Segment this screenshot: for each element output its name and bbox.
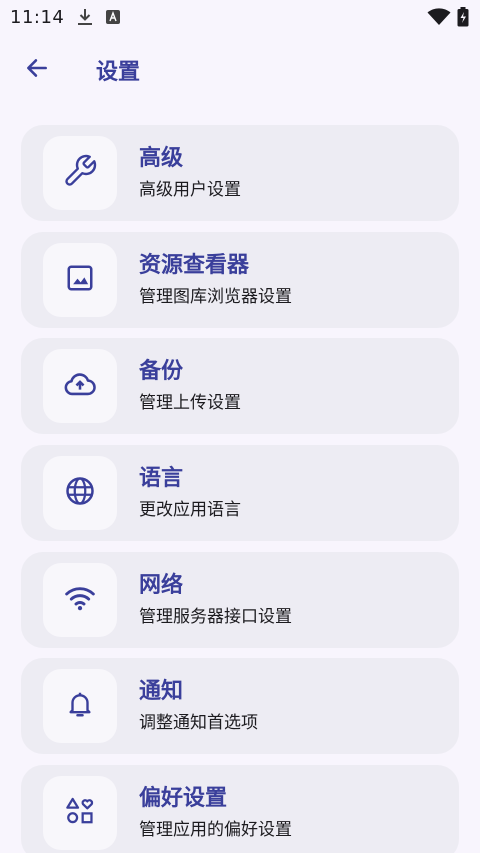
settings-item-title: 偏好设置 (139, 786, 228, 812)
settings-item-title: 备份 (139, 359, 184, 385)
bell-icon (65, 689, 95, 723)
settings-item-asset-viewer[interactable]: 资源查看器 管理图库浏览器设置 (21, 231, 459, 328)
wifi-icon (426, 8, 452, 26)
back-button[interactable] (13, 46, 61, 94)
settings-item-notifications[interactable]: 通知 调整通知首选项 (21, 658, 459, 755)
settings-item-network[interactable]: 网络 管理服务器接口设置 (21, 551, 459, 648)
settings-item-title: 语言 (139, 466, 184, 492)
download-icon (76, 8, 94, 26)
app-bar: 设置 (0, 44, 480, 96)
icon-container (43, 349, 117, 424)
settings-item-subtitle: 管理服务器接口设置 (139, 606, 292, 627)
settings-item-title: 高级 (139, 146, 184, 171)
status-bar: 11:14 (0, 0, 480, 34)
settings-item-subtitle: 管理上传设置 (139, 393, 241, 414)
wifi-icon (64, 582, 96, 618)
wrench-icon (62, 153, 98, 193)
page-title: 设置 (96, 60, 141, 85)
status-time: 11:14 (10, 6, 65, 28)
settings-item-title: 网络 (139, 572, 184, 598)
globe-icon (65, 476, 95, 510)
settings-item-subtitle: 高级用户设置 (139, 180, 241, 200)
settings-item-advanced[interactable]: 高级 高级用户设置 (21, 125, 459, 221)
arrow-back-icon (24, 55, 50, 85)
settings-item-preferences[interactable]: 偏好设置 管理应用的偏好设置 (21, 765, 459, 853)
status-notification-icons (76, 8, 122, 26)
image-icon (65, 263, 95, 297)
settings-item-subtitle: 更改应用语言 (139, 500, 241, 521)
battery-icon (456, 7, 470, 27)
settings-list: 高级 高级用户设置 资源查看器 管理图库浏览器设置 备份 管理上传设置 语言 更… (21, 125, 459, 853)
icon-container (43, 776, 117, 851)
settings-item-language[interactable]: 语言 更改应用语言 (21, 445, 459, 542)
icon-container (43, 242, 117, 317)
cloud-upload-icon (63, 367, 97, 405)
settings-item-subtitle: 管理应用的偏好设置 (139, 820, 292, 841)
icon-container (43, 562, 117, 637)
a-badge-icon (104, 8, 122, 26)
settings-item-subtitle: 管理图库浏览器设置 (139, 286, 292, 307)
icon-container (43, 136, 117, 210)
shapes-icon (64, 795, 96, 831)
settings-item-subtitle: 调整通知首选项 (139, 713, 258, 734)
icon-container (43, 669, 117, 744)
settings-item-title: 通知 (139, 679, 184, 705)
status-system-icons (426, 7, 470, 27)
icon-container (43, 456, 117, 531)
settings-item-title: 资源查看器 (139, 252, 250, 278)
settings-item-backup[interactable]: 备份 管理上传设置 (21, 338, 459, 435)
